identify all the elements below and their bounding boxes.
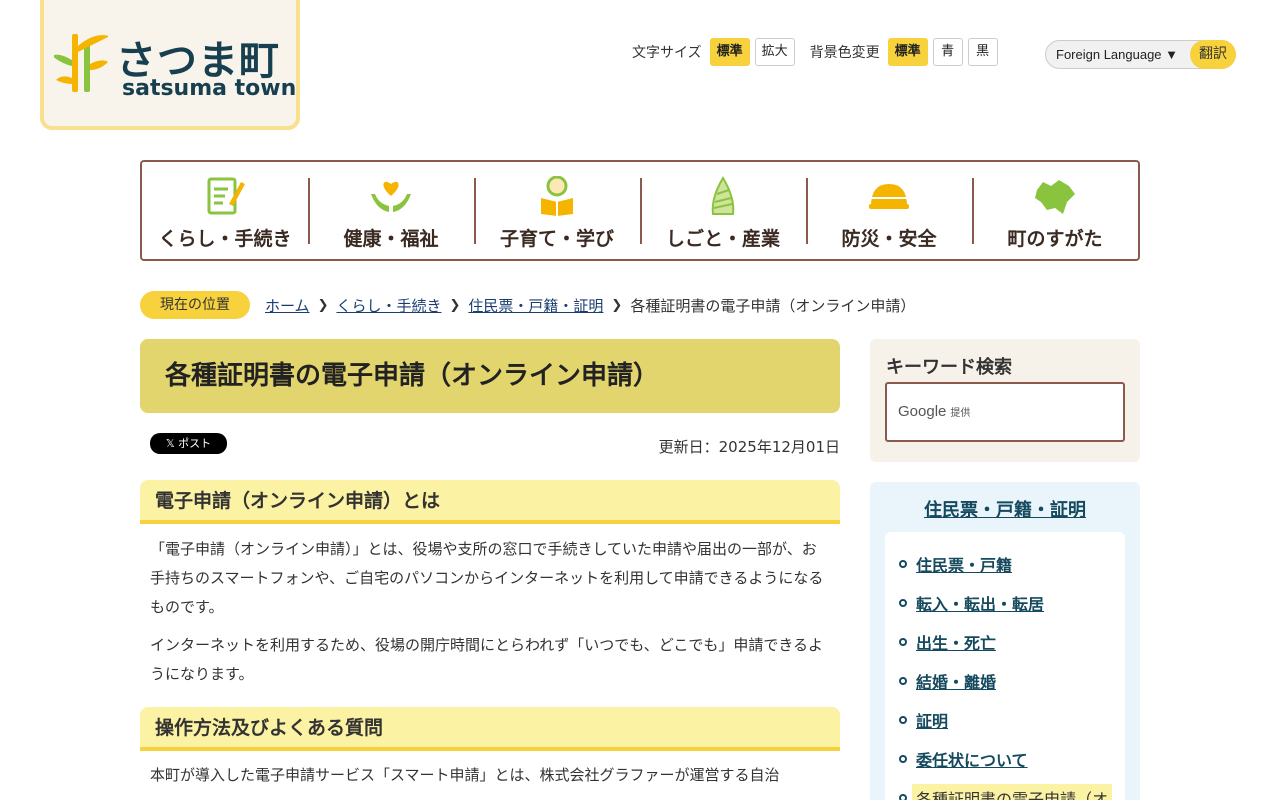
keyword-search-input[interactable]: Google 提供 xyxy=(885,382,1125,442)
circle-bullet-icon xyxy=(899,637,907,646)
breadcrumb-link-kurashi[interactable]: くらし・手続き xyxy=(336,295,441,316)
side-nav-item[interactable]: 委任状について xyxy=(885,739,1125,778)
nav-label: 町のすがた xyxy=(1007,228,1103,250)
circle-bullet-icon xyxy=(899,793,907,800)
side-nav-item[interactable]: 住民票・戸籍 xyxy=(885,544,1125,583)
nav-item-shigoto[interactable]: しごと・産業 xyxy=(640,162,806,259)
breadcrumb-tag: 現在の位置 xyxy=(140,291,250,319)
accessibility-tools: 文字サイズ 標準 拡大 背景色変更 標準 青 黒 xyxy=(632,38,1003,66)
section-paragraph: 本町が導入した電子申請サービス「スマート申請」とは、株式会社グラファーが運営する… xyxy=(150,766,780,784)
chevron-right-icon: ❯ xyxy=(611,297,623,313)
keyword-search-box: キーワード検索 Google 提供 xyxy=(870,339,1140,462)
nav-item-kenko[interactable]: 健康・福祉 xyxy=(308,162,474,259)
section-paragraph: インターネットを利用するため、役場の開庁時間にとらわれず「いつでも、どこでも」申… xyxy=(150,636,824,683)
bamboo-shoot-icon xyxy=(711,176,735,215)
keyword-search-title: キーワード検索 xyxy=(886,357,1012,378)
bg-black-button[interactable]: 黒 xyxy=(967,38,998,66)
font-standard-button[interactable]: 標準 xyxy=(709,38,750,66)
town-map-icon xyxy=(1035,180,1075,214)
bamboo-logo-icon xyxy=(54,34,108,92)
bg-color-label: 背景色変更 xyxy=(809,45,880,61)
side-nav-item[interactable]: 証明 xyxy=(885,700,1125,739)
site-logo[interactable]: さつま町 satsuma town xyxy=(40,0,300,130)
nav-item-kurashi[interactable]: くらし・手続き xyxy=(142,162,308,259)
circle-bullet-icon xyxy=(899,598,907,607)
breadcrumb: 現在の位置 ホーム ❯ くらし・手続き ❯ 住民票・戸籍・証明 ❯ 各種証明書の… xyxy=(140,291,915,319)
nav-label: 防災・安全 xyxy=(841,228,937,250)
chevron-right-icon: ❯ xyxy=(317,297,329,313)
heart-hands-icon xyxy=(371,181,411,212)
nav-label: しごと・産業 xyxy=(665,228,780,250)
circle-bullet-icon xyxy=(899,754,907,763)
nav-item-bosai[interactable]: 防災・安全 xyxy=(806,162,972,259)
side-nav: 住民票・戸籍・証明 住民票・戸籍 転入・転出・転居 出生・死亡 結婚・離婚 証明… xyxy=(870,482,1140,800)
chevron-down-icon: ▼ xyxy=(1165,47,1179,62)
google-logo: Google 提供 xyxy=(898,403,971,420)
bg-blue-button[interactable]: 青 xyxy=(932,38,963,66)
nav-label: 健康・福祉 xyxy=(343,228,439,250)
nav-item-machi[interactable]: 町のすがた xyxy=(972,162,1138,259)
side-nav-item-current[interactable]: 各種証明書の電子申請（オ xyxy=(885,778,1125,800)
logo-text-en: satsuma town xyxy=(122,76,297,101)
circle-bullet-icon xyxy=(899,676,907,685)
helmet-icon xyxy=(869,184,909,209)
page-title: 各種証明書の電子申請（オンライン申請） xyxy=(140,339,840,413)
translate-button[interactable]: 翻訳 xyxy=(1190,40,1236,69)
breadcrumb-link-home[interactable]: ホーム xyxy=(265,295,310,316)
section-heading: 電子申請（オンライン申請）とは xyxy=(140,480,840,524)
side-nav-item[interactable]: 転入・転出・転居 xyxy=(885,583,1125,622)
circle-bullet-icon xyxy=(899,559,907,568)
x-post-button[interactable]: 𝕏 ポスト xyxy=(150,433,227,454)
bg-standard-button[interactable]: 標準 xyxy=(887,38,928,66)
font-size-label: 文字サイズ xyxy=(632,45,702,61)
font-large-button[interactable]: 拡大 xyxy=(754,38,795,66)
side-nav-list: 住民票・戸籍 転入・転出・転居 出生・死亡 結婚・離婚 証明 委任状について 各… xyxy=(885,532,1125,800)
nav-label: くらし・手続き xyxy=(158,228,292,250)
breadcrumb-current: 各種証明書の電子申請（オンライン申請） xyxy=(630,296,916,315)
section-heading: 操作方法及びよくある質問 xyxy=(140,707,840,751)
side-nav-item[interactable]: 出生・死亡 xyxy=(885,622,1125,661)
side-nav-item[interactable]: 結婚・離婚 xyxy=(885,661,1125,700)
nav-item-kosodate[interactable]: 子育て・学び xyxy=(474,162,640,259)
updated-date: 更新日：2025年12月01日 xyxy=(658,438,840,456)
section-paragraph: 「電子申請（オンライン申請）」とは、役場や支所の窓口で手続きしていた申請や届出の… xyxy=(150,540,824,616)
global-nav: くらし・手続き 健康・福祉 子育て・学び しごと・産業 防災・安全 町のすがた xyxy=(140,160,1140,261)
breadcrumb-link-juminhyo[interactable]: 住民票・戸籍・証明 xyxy=(468,295,603,316)
language-selector: Foreign Language ▼ 翻訳 xyxy=(1045,40,1236,69)
nav-label: 子育て・学び xyxy=(499,228,614,250)
language-select[interactable]: Foreign Language ▼ xyxy=(1046,47,1188,62)
chevron-right-icon: ❯ xyxy=(449,297,461,313)
document-pen-icon xyxy=(207,177,245,215)
circle-bullet-icon xyxy=(899,715,907,724)
child-book-icon xyxy=(541,176,573,216)
side-nav-title[interactable]: 住民票・戸籍・証明 xyxy=(870,496,1140,522)
